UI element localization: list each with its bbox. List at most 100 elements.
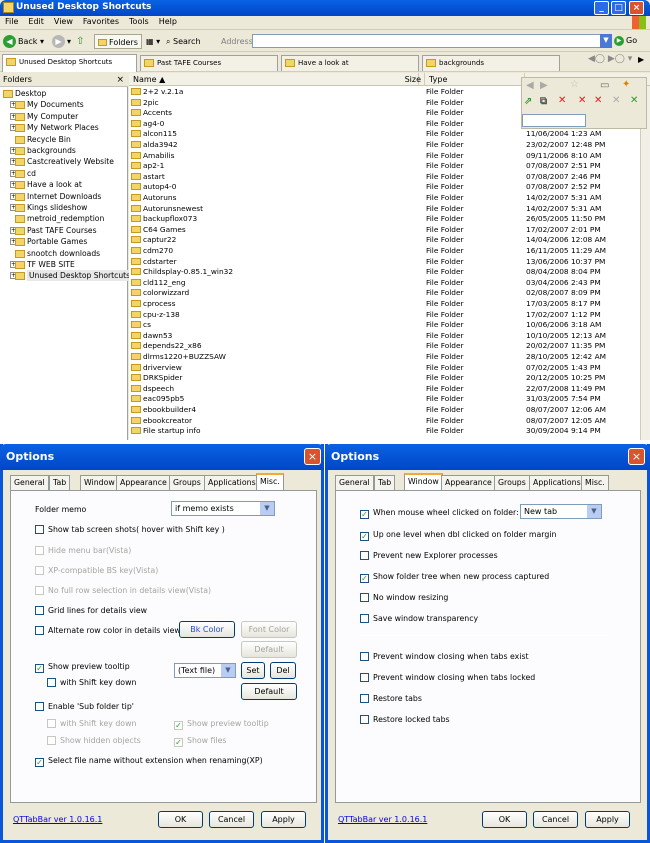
close-button[interactable]: × — [628, 448, 645, 465]
no-window-resizing-checkbox[interactable]: No window resizing — [360, 592, 448, 603]
preview-type-select[interactable]: (Text file) ▼ — [174, 663, 236, 678]
no-full-row-checkbox[interactable]: No full row selection in details view(Vi… — [35, 585, 211, 596]
maximize-button[interactable]: □ — [611, 1, 626, 15]
tree-item[interactable]: + Past TAFE Courses — [0, 225, 128, 236]
up-one-level-checkbox[interactable]: ✓ Up one level when dbl clicked on folder… — [360, 529, 556, 541]
go-button[interactable]: ▶ Go — [614, 34, 648, 48]
file-row[interactable]: colorwizzard File Folder 02/08/2007 8:09 P… — [129, 288, 650, 297]
star-icon[interactable]: ☆ — [570, 79, 579, 90]
up-folder-icon[interactable]: ⇧ — [76, 34, 84, 49]
file-row[interactable]: cprocess File Folder 17/03/2005 8:17 PM — [129, 299, 650, 308]
preview-shift-checkbox[interactable]: with Shift key down — [47, 677, 136, 688]
file-row[interactable]: backupflox073 File Folder 26/05/2005 11:50… — [129, 214, 650, 223]
enable-subfolder-tip-checkbox[interactable]: Enable 'Sub folder tip' — [35, 701, 134, 712]
menu-favorites[interactable]: Favorites — [78, 16, 124, 27]
restore-locked-tabs-checkbox[interactable]: Restore locked tabs — [360, 714, 450, 725]
tree-item[interactable]: + Castcreatively Website — [0, 156, 128, 167]
grid-lines-checkbox[interactable]: Grid lines for details view — [35, 605, 147, 616]
address-input[interactable] — [252, 34, 612, 48]
tree-item[interactable]: metroid_redemption — [0, 213, 128, 224]
column-size[interactable]: Size — [389, 73, 425, 86]
search-button[interactable]: ⌕ Search — [166, 34, 201, 49]
views-button[interactable]: ▦ ▾ — [146, 34, 160, 49]
filter-input[interactable] — [522, 114, 586, 127]
scrollbar[interactable] — [640, 86, 650, 440]
column-name[interactable]: Name ▲ — [129, 73, 419, 86]
apply-button[interactable]: Apply — [585, 811, 630, 828]
tab-have-a-look-at[interactable]: Have a look at — [281, 55, 419, 71]
tab-appearance[interactable]: Appearance — [116, 475, 171, 490]
menu-tools[interactable]: Tools — [124, 16, 154, 27]
dialog-title-bar[interactable]: Options — [325, 444, 650, 470]
tab-misc[interactable]: Misc. — [581, 475, 609, 490]
wheel-click-checkbox[interactable]: ✓ When mouse wheel clicked on folder: — [360, 507, 519, 519]
file-row[interactable]: cld112_eng File Folder 03/04/2006 2:43 PM — [129, 278, 650, 287]
file-row[interactable]: alda3942 File Folder 23/02/2007 12:48 PM — [129, 140, 650, 149]
file-row[interactable]: dspeech File Folder 22/07/2008 11:49 PM — [129, 384, 650, 393]
ok-button[interactable]: OK — [482, 811, 527, 828]
version-link[interactable]: QTTabBar ver 1.0.16.1 — [13, 815, 102, 824]
file-row[interactable]: captur22 File Folder 14/04/2006 12:08 AM — [129, 235, 650, 244]
dialog-title-bar[interactable]: Options — [0, 444, 324, 470]
del-button[interactable]: Del — [270, 662, 296, 679]
menu-view[interactable]: View — [49, 16, 78, 27]
menu-file[interactable]: File — [0, 16, 23, 27]
tree-item[interactable]: Recycle Bin — [0, 134, 128, 145]
file-row[interactable]: Autorunsnewest File Folder 14/02/2007 5:31… — [129, 204, 650, 213]
tab-unused-desktop-shortcuts[interactable]: Unused Desktop Shortcuts — [2, 54, 137, 72]
delete-x-icon[interactable]: ✕ — [558, 95, 566, 106]
save-transparency-checkbox[interactable]: Save window transparency — [360, 613, 478, 624]
minimize-button[interactable]: _ — [594, 1, 609, 15]
file-row[interactable]: ebookbuilder4 File Folder 08/07/2007 12:06… — [129, 405, 650, 414]
show-folder-tree-checkbox[interactable]: ✓ Show folder tree when new process captu… — [360, 571, 549, 583]
back-circle-icon[interactable]: ◀ — [526, 80, 534, 91]
tab-tab[interactable]: Tab — [374, 475, 396, 490]
forward-button[interactable]: ▶ ▾ — [52, 34, 71, 49]
tree-item[interactable]: + My Documents — [0, 99, 128, 110]
font-color-button[interactable]: Font Color — [241, 621, 297, 638]
menu-help[interactable]: Help — [154, 16, 182, 27]
subfolder-files-checkbox[interactable]: ✓ Show files — [174, 735, 226, 747]
file-row[interactable]: Childsplay-0.85.1_win32 File Folder 08/04/… — [129, 267, 650, 276]
tab-tab[interactable]: Tab — [49, 475, 71, 490]
cancel-button[interactable]: Cancel — [209, 811, 254, 828]
cancel-button[interactable]: Cancel — [533, 811, 578, 828]
tab-nav-arrows-icon[interactable]: ◀◯ ▶◯ ▾ — [588, 54, 632, 64]
tab-window[interactable]: Window — [404, 473, 443, 491]
subfolder-preview-checkbox[interactable]: ✓ Show preview tooltip — [174, 718, 269, 730]
file-row[interactable]: driverview File Folder 07/02/2005 1:43 PM — [129, 363, 650, 372]
wheel-action-select[interactable]: New tab ▼ — [520, 504, 602, 519]
select-name-no-ext-checkbox[interactable]: ✓ Select file name without extension when… — [35, 755, 263, 767]
file-row[interactable]: eac095pb5 File Folder 31/03/2005 7:54 PM — [129, 394, 650, 403]
subfolder-hidden-checkbox[interactable]: Show hidden objects — [47, 735, 141, 746]
tab-general[interactable]: General — [10, 475, 49, 490]
tree-item[interactable]: + Unused Desktop Shortcuts — [0, 270, 133, 282]
prevent-new-explorer-checkbox[interactable]: Prevent new Explorer processes — [360, 550, 498, 561]
tree-item[interactable]: + Have a look at — [0, 179, 128, 190]
prevent-close-locked-checkbox[interactable]: Prevent window closing when tabs locked — [360, 672, 535, 683]
xp-bs-key-checkbox[interactable]: XP-compatible BS key(Vista) — [35, 565, 158, 576]
close-left-icon[interactable]: ✕ — [612, 95, 620, 106]
version-link[interactable]: QTTabBar ver 1.0.16.1 — [338, 815, 427, 824]
tree-item[interactable]: + My Network Places — [0, 122, 128, 133]
file-row[interactable]: File startup info File Folder 30/09/2004 9… — [129, 426, 650, 435]
tab-past-tafe-courses[interactable]: Past TAFE Courses — [140, 55, 278, 71]
title-bar[interactable]: Unused Desktop Shortcuts _ □ × — [0, 0, 650, 16]
tab-backgrounds[interactable]: backgrounds — [422, 55, 560, 71]
tab-scroll-right-icon[interactable]: ▶ — [638, 55, 644, 64]
tree-item[interactable]: + TF WEB SITE — [0, 259, 128, 270]
file-row[interactable]: C64 Games File Folder 17/02/2007 2:01 PM — [129, 225, 650, 234]
tab-appearance[interactable]: Appearance — [441, 475, 496, 490]
tab-applications[interactable]: Applications — [204, 475, 260, 490]
new-window-icon[interactable]: ⇗ — [524, 96, 532, 107]
file-row[interactable]: astart File Folder 07/08/2007 2:46 PM — [129, 172, 650, 181]
file-row[interactable]: dawn53 File Folder 10/10/2005 12:13 AM — [129, 331, 650, 340]
tree-item[interactable]: + Portable Games — [0, 236, 128, 247]
restore-tabs-checkbox[interactable]: Restore tabs — [360, 693, 422, 704]
colorful-logo-icon[interactable]: ✦ — [622, 79, 630, 90]
file-row[interactable]: dlrms1220+BUZZSAW File Folder 28/10/2005 1… — [129, 352, 650, 361]
hide-menubar-checkbox[interactable]: Hide menu bar(Vista) — [35, 545, 131, 556]
default-color-button[interactable]: Default — [241, 641, 297, 658]
close-button[interactable]: × — [304, 448, 321, 465]
tree-item[interactable]: + backgrounds — [0, 145, 128, 156]
